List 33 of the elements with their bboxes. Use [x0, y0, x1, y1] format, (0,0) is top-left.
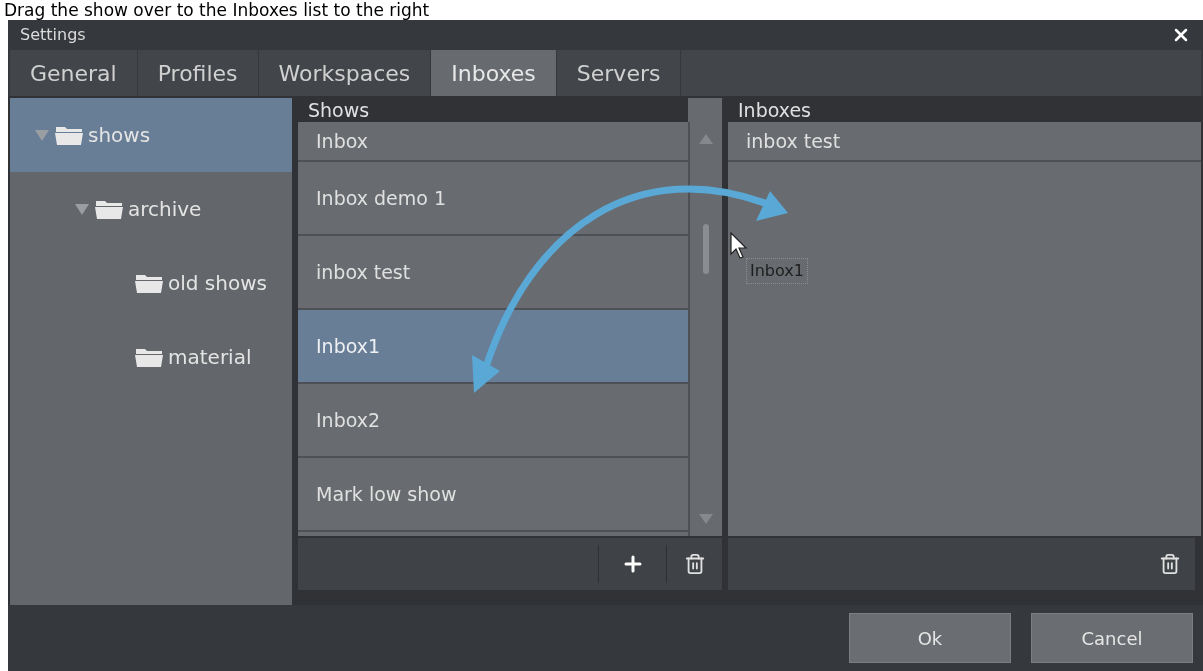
- dialog-button[interactable]: Ok: [849, 613, 1011, 663]
- list-heading: Inboxes: [737, 98, 812, 122]
- tree-item-label: shows: [88, 122, 151, 149]
- list-item[interactable]: Inbox1: [298, 310, 688, 384]
- dialog-button[interactable]: Cancel: [1031, 613, 1193, 663]
- tree-item-label: archive: [128, 196, 202, 223]
- tree-item-label: old shows: [168, 270, 267, 297]
- scrollbar[interactable]: [688, 122, 722, 536]
- expand-arrow-icon[interactable]: [34, 128, 50, 142]
- folder-icon: [54, 124, 84, 146]
- cursor-icon: [730, 232, 750, 260]
- folder-icon: [94, 198, 124, 220]
- list-heading: Shows: [307, 98, 371, 122]
- tree-item[interactable]: archive: [10, 172, 292, 246]
- tree-item[interactable]: material: [10, 320, 292, 394]
- tab[interactable]: Inboxes: [431, 50, 557, 96]
- scroll-up-icon[interactable]: [699, 134, 713, 144]
- instruction-caption: Drag the show over to the Inboxes list to the right: [3, 0, 431, 20]
- scrollbar-cap: [688, 98, 722, 122]
- list-item[interactable]: inbox test: [728, 122, 1201, 162]
- trash-icon: [683, 553, 706, 575]
- list-item[interactable]: Inbox: [298, 122, 688, 162]
- trash-icon: [1159, 553, 1181, 575]
- scroll-down-icon[interactable]: [699, 514, 713, 524]
- drag-ghost-label: Inbox1: [746, 258, 808, 284]
- scroll-thumb[interactable]: [703, 224, 709, 274]
- tree-item-label: material: [168, 344, 252, 371]
- folder-icon: [134, 346, 164, 368]
- folder-icon: [134, 272, 164, 294]
- expand-arrow-icon[interactable]: [74, 202, 90, 216]
- tree-item[interactable]: shows: [10, 98, 292, 172]
- window-title: Settings: [20, 24, 86, 46]
- tree-item[interactable]: old shows: [10, 246, 292, 320]
